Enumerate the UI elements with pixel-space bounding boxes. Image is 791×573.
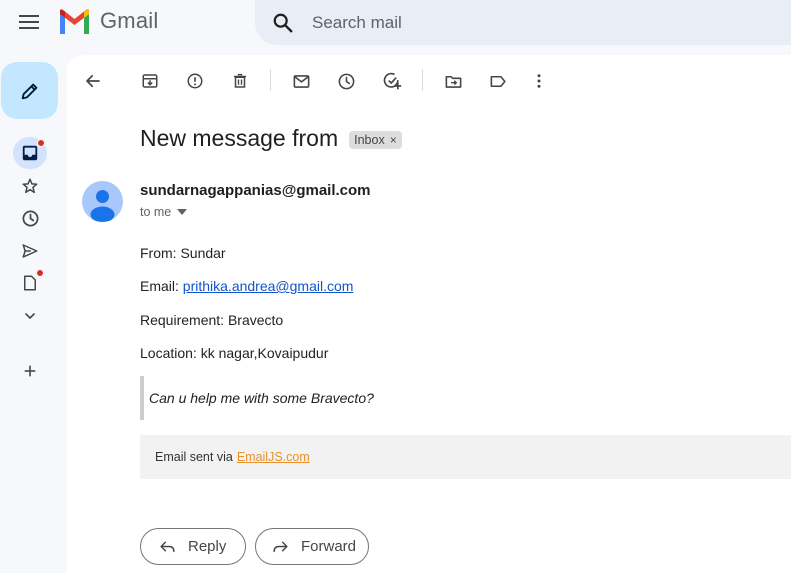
message-quote: Can u help me with some Bravecto? [140, 376, 780, 420]
message-panel: New message from Inbox × sundarnagappani… [67, 55, 791, 573]
body-email-line: Email: prithika.andrea@gmail.com [140, 278, 353, 294]
sender-email[interactable]: sundarnagappanias@gmail.com [140, 182, 371, 199]
star-icon [22, 178, 38, 194]
body-location-line: Location: kk nagar,Kovaipudur [140, 345, 328, 361]
main-menu-button[interactable] [12, 9, 46, 35]
report-spam-button[interactable] [180, 66, 210, 96]
forward-icon [273, 541, 288, 553]
emailjs-footer: Email sent via EmailJS.com [140, 435, 791, 479]
envelope-icon [293, 74, 309, 88]
gmail-m-icon [60, 8, 89, 34]
send-icon [22, 244, 38, 258]
reply-button[interactable]: Reply [140, 528, 246, 565]
arrow-left-icon [86, 74, 100, 88]
from-value: Sundar [180, 245, 226, 261]
chevron-down-icon [25, 313, 35, 319]
unread-indicator [37, 139, 45, 147]
label-chip-text: Inbox [354, 132, 385, 147]
compose-button[interactable] [1, 62, 58, 119]
more-vert-icon [537, 74, 541, 88]
requirement-label: Requirement: [140, 312, 225, 328]
email-subject: New message from [140, 125, 339, 151]
forward-button[interactable]: Forward [255, 528, 369, 565]
folder-move-icon [445, 75, 461, 88]
nav-sent[interactable] [13, 235, 47, 267]
archive-button[interactable] [135, 66, 165, 96]
requirement-value: Bravecto [227, 312, 284, 328]
toolbar-divider [422, 69, 423, 91]
emailjs-link[interactable]: EmailJS.com [237, 450, 310, 464]
clock-icon [338, 73, 354, 89]
report-spam-icon [187, 73, 203, 89]
inbox-label-chip[interactable]: Inbox × [349, 130, 402, 149]
nav-drafts[interactable] [13, 267, 47, 299]
email-label: Email: [140, 278, 179, 294]
inbox-icon [22, 145, 38, 161]
plus-icon [24, 365, 36, 377]
draft-file-icon [24, 275, 36, 291]
pencil-icon [21, 83, 37, 99]
quote-text: Can u help me with some Bravecto? [149, 390, 374, 406]
nav-starred[interactable] [13, 170, 47, 202]
reply-icon [160, 541, 175, 553]
location-value: kk nagar,Kovaipudur [200, 345, 329, 361]
reply-label: Reply [188, 538, 227, 555]
remove-label-button[interactable]: × [390, 133, 397, 147]
drafts-indicator [36, 269, 44, 277]
subject-row: New message from Inbox × [140, 125, 402, 152]
footer-text: Email sent via [155, 450, 233, 464]
sender-avatar[interactable] [82, 181, 123, 222]
nav-snoozed[interactable] [13, 202, 47, 234]
forward-label: Forward [301, 538, 357, 555]
search-input[interactable] [312, 12, 732, 33]
toolbar-divider [270, 69, 271, 91]
delete-button[interactable] [225, 66, 255, 96]
create-label-button[interactable] [13, 355, 47, 387]
add-task-icon [383, 72, 402, 90]
label-tag-icon [490, 75, 506, 87]
gmail-logo[interactable]: Gmail [58, 8, 158, 34]
body-requirement-line: Requirement: Bravecto [140, 312, 283, 328]
recipient-details-toggle[interactable]: to me [140, 205, 188, 219]
from-label: From: [140, 245, 177, 261]
archive-icon [142, 74, 158, 88]
trash-icon [234, 73, 246, 88]
caret-down-icon [177, 209, 188, 215]
snooze-button[interactable] [331, 66, 361, 96]
move-to-button[interactable] [438, 66, 468, 96]
nav-more[interactable] [13, 300, 47, 332]
add-to-tasks-button[interactable] [377, 66, 407, 96]
hamburger-menu-icon [19, 15, 39, 29]
app-title: Gmail [100, 8, 159, 33]
location-label: Location: [140, 345, 197, 361]
more-options-button[interactable] [524, 66, 554, 96]
clock-icon [22, 210, 38, 226]
contact-email-link[interactable]: prithika.andrea@gmail.com [183, 278, 354, 294]
recipient-text: to me [140, 205, 172, 219]
body-from-line: From: Sundar [140, 245, 226, 261]
mark-unread-button[interactable] [286, 66, 316, 96]
search-icon[interactable] [272, 12, 294, 34]
nav-inbox[interactable] [13, 137, 47, 169]
search-bar [255, 0, 791, 45]
labels-button[interactable] [483, 66, 513, 96]
person-icon [90, 190, 115, 222]
back-button[interactable] [78, 66, 108, 96]
